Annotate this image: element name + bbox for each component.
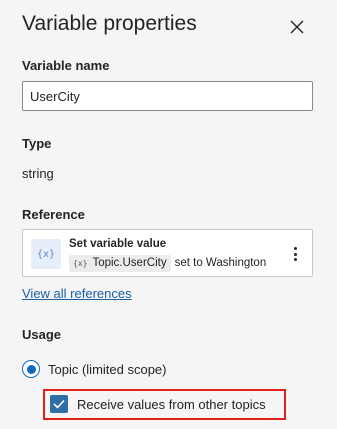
more-options-icon[interactable]: [287, 242, 303, 266]
type-value: string: [22, 166, 54, 181]
variable-chip-icon: {x}: [73, 258, 88, 268]
type-label: Type: [22, 136, 52, 151]
variable-name-input[interactable]: [22, 81, 313, 111]
topic-scope-radio[interactable]: Topic (limited scope): [22, 360, 167, 378]
variable-icon: {x}: [31, 239, 61, 269]
variable-chip: {x} Topic.UserCity: [69, 254, 171, 272]
reference-title: Set variable value: [69, 238, 167, 250]
checkbox-label: Receive values from other topics: [77, 396, 266, 412]
receive-values-checkbox[interactable]: Receive values from other topics: [50, 395, 266, 413]
close-button[interactable]: [286, 16, 308, 38]
variable-name-label: Variable name: [22, 58, 110, 73]
checkmark-icon: [50, 395, 68, 413]
radio-label: Topic (limited scope): [48, 361, 167, 377]
view-all-references-link[interactable]: View all references: [22, 286, 132, 301]
reference-card[interactable]: {x} Set variable value {x} Topic.UserCit…: [22, 229, 313, 277]
reference-suffix: set to Washington: [174, 257, 267, 269]
reference-detail: {x} Topic.UserCity set to Washington: [69, 254, 266, 272]
variable-chip-text: Topic.UserCity: [92, 257, 167, 269]
close-icon: [290, 20, 304, 34]
reference-label: Reference: [22, 207, 85, 222]
variable-properties-panel: Variable properties Variable name Type s…: [0, 0, 337, 429]
panel-title: Variable properties: [22, 12, 197, 35]
radio-button-icon: [22, 360, 40, 378]
usage-label: Usage: [22, 327, 62, 342]
